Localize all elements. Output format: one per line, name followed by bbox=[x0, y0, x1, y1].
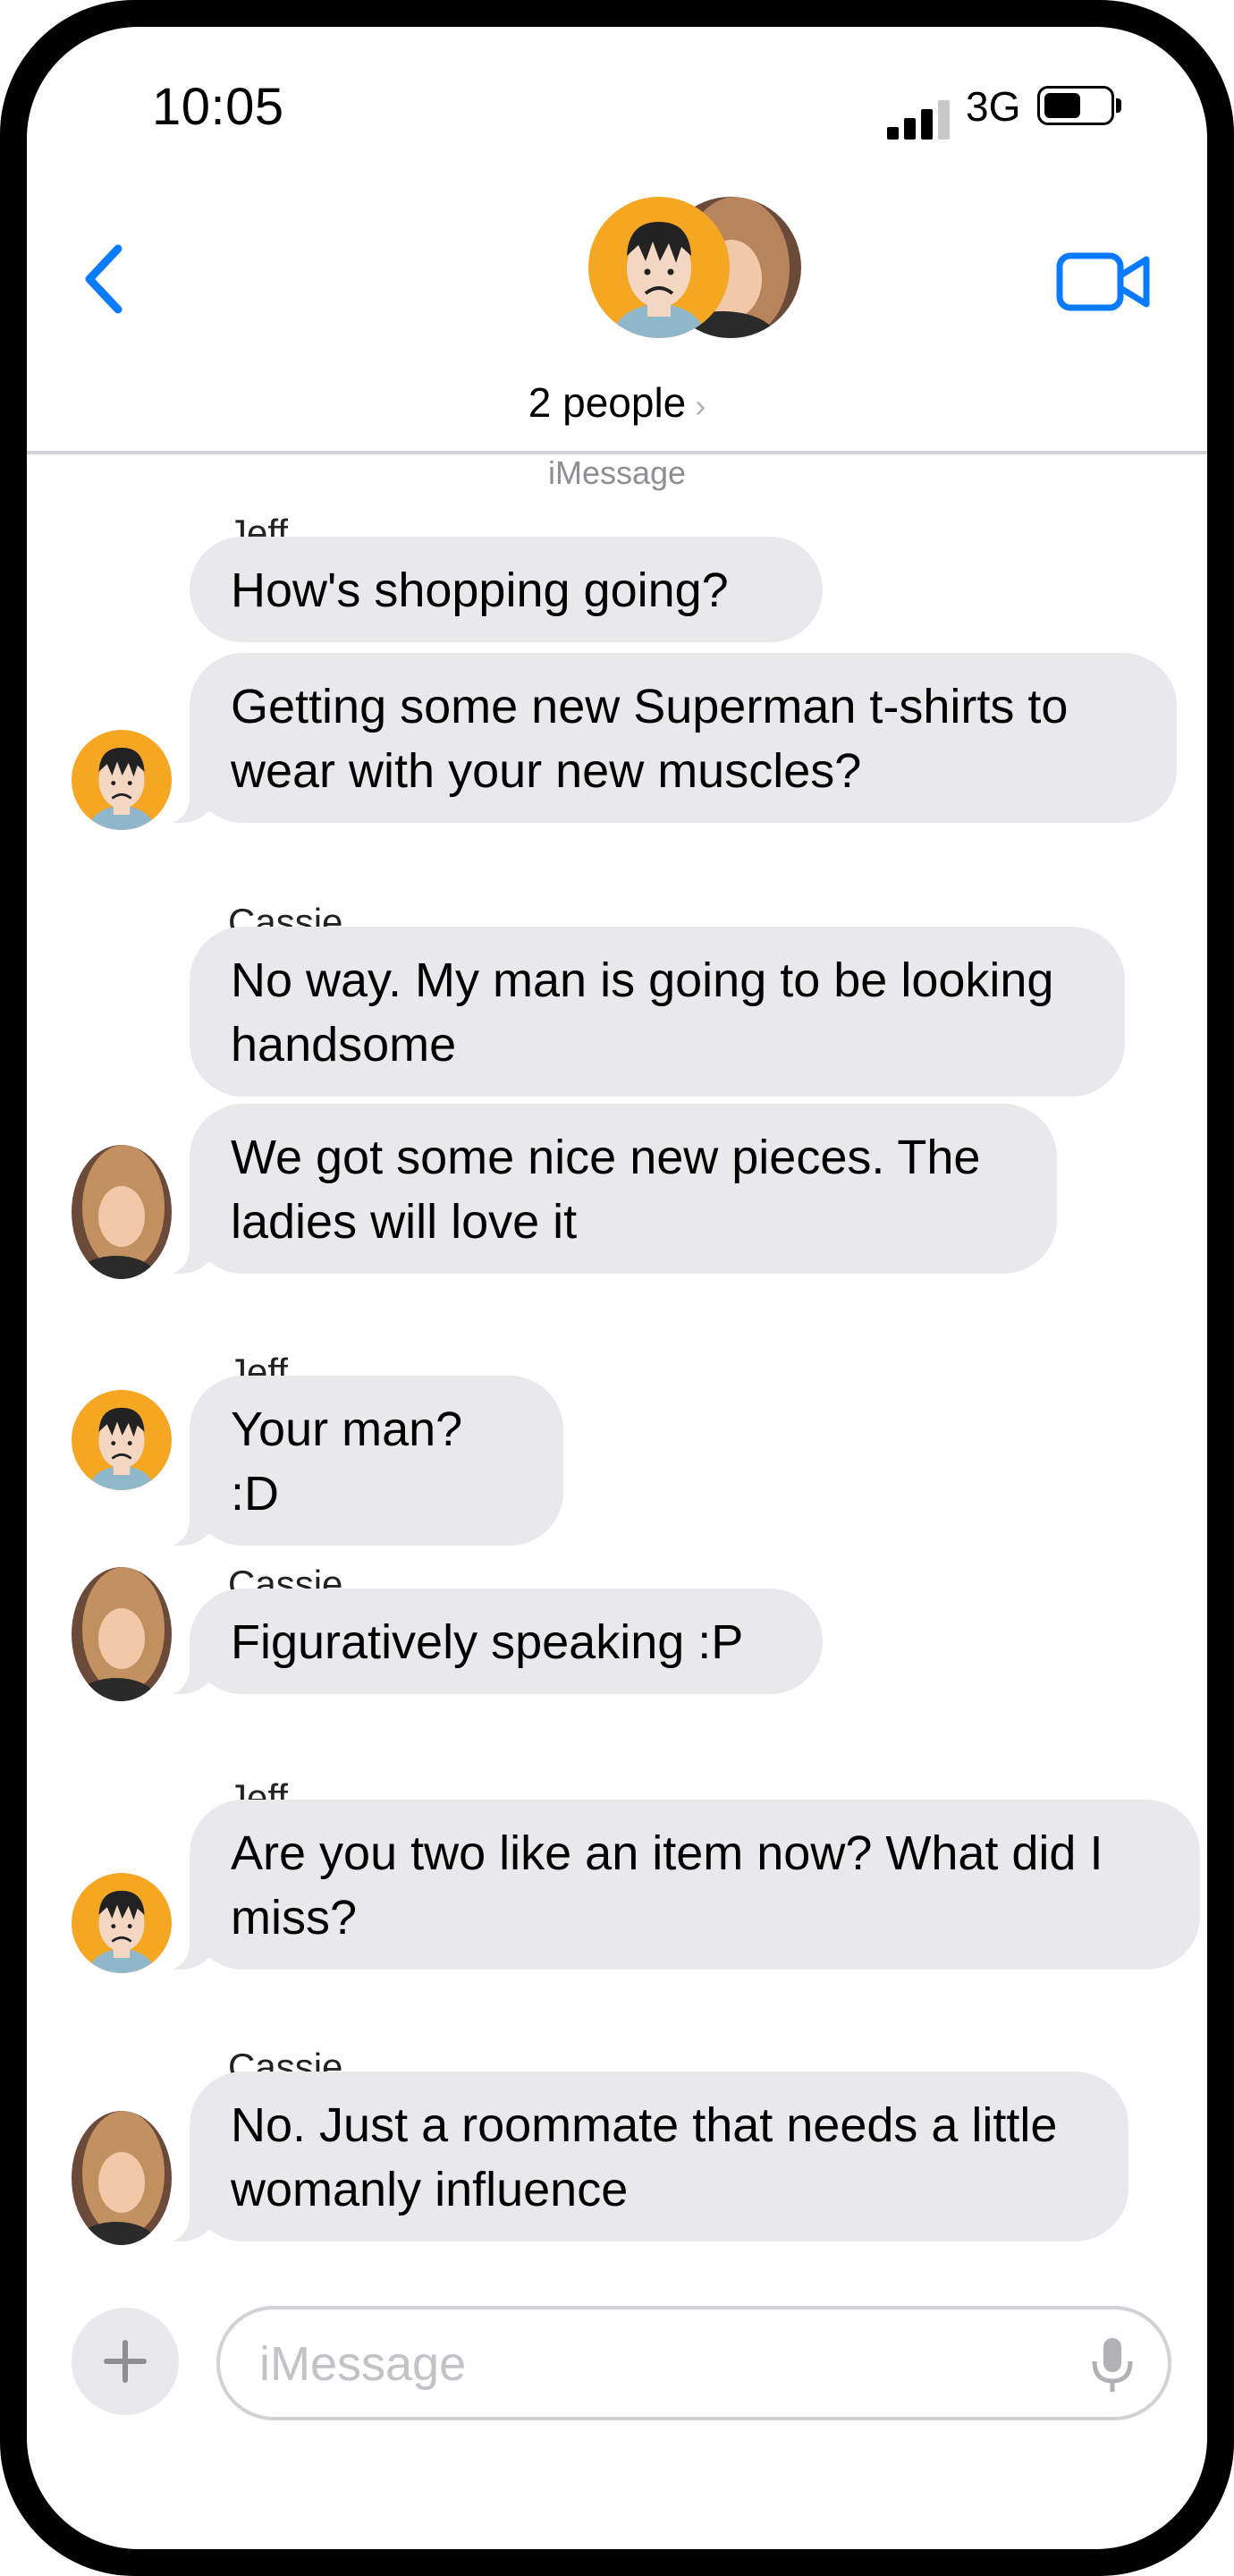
back-button[interactable] bbox=[63, 224, 152, 331]
phone-frame: 10:05 3G 2 people › iMessage Jeff How's … bbox=[0, 0, 1234, 2576]
message-bubble[interactable]: We got some nice new pieces. The ladies … bbox=[154, 1104, 1057, 1275]
avatar-jeff bbox=[588, 197, 730, 338]
service-label: iMessage bbox=[547, 454, 687, 491]
message-input[interactable] bbox=[259, 2334, 1064, 2394]
dictation-button[interactable] bbox=[1086, 2334, 1139, 2395]
message-input-field[interactable] bbox=[216, 2306, 1171, 2420]
message-bubble[interactable]: Figuratively speaking :P bbox=[154, 1589, 823, 1696]
avatar-cassie bbox=[72, 2111, 172, 2245]
chevron-left-icon bbox=[85, 244, 123, 314]
signal-strength-icon bbox=[887, 97, 950, 140]
status-time: 10:05 bbox=[152, 78, 284, 136]
battery-tip bbox=[1116, 98, 1121, 113]
avatar-cassie bbox=[72, 1567, 172, 1701]
message-bubble[interactable]: Are you two like an item now? What did I… bbox=[154, 1800, 1200, 1971]
add-attachment-button[interactable] bbox=[72, 2308, 179, 2415]
avatar-jeff bbox=[72, 730, 172, 830]
message-bubble[interactable]: How's shopping going? bbox=[190, 537, 823, 642]
avatar-jeff bbox=[72, 1390, 172, 1490]
network-type: 3G bbox=[966, 83, 1021, 130]
avatar-cassie bbox=[72, 1145, 172, 1279]
chevron-right-icon: › bbox=[695, 387, 706, 424]
message-bubble[interactable]: No way. My man is going to be looking ha… bbox=[190, 927, 1125, 1097]
message-bubble[interactable]: Getting some new Superman t-shirts to we… bbox=[154, 653, 1177, 825]
message-bubble[interactable]: No. Just a roommate that needs a little … bbox=[154, 2072, 1128, 2243]
avatar-jeff bbox=[72, 1873, 172, 1973]
conversation-title[interactable]: 2 people › bbox=[27, 378, 1207, 427]
battery-icon bbox=[1037, 86, 1114, 125]
conversation-title-text: 2 people bbox=[528, 379, 687, 426]
messages-screen: 10:05 3G 2 people › iMessage Jeff How's … bbox=[27, 27, 1207, 2549]
message-bubble[interactable]: Your man? :D bbox=[154, 1376, 563, 1547]
microphone-icon bbox=[1092, 2338, 1133, 2392]
group-avatar[interactable] bbox=[588, 197, 801, 340]
video-call-button[interactable] bbox=[1055, 242, 1154, 322]
video-camera-icon bbox=[1056, 252, 1150, 311]
